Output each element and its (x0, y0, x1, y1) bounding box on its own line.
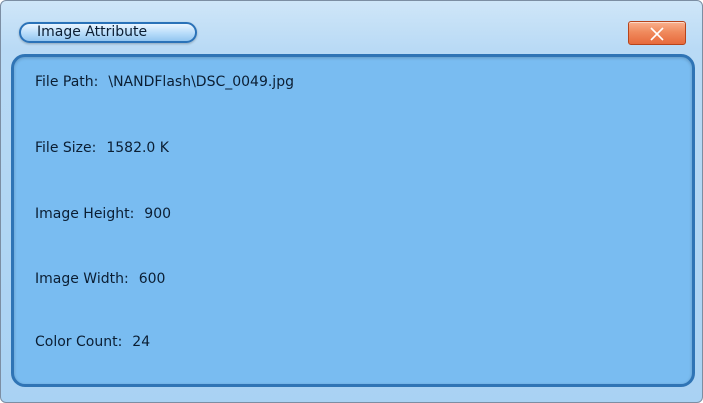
color-count-label: Color Count: (35, 334, 123, 350)
file-path-label: File Path: (35, 74, 99, 90)
image-attribute-dialog: Image Attribute File Path: \NANDFlash\DSC… (0, 0, 703, 403)
dialog-title-tab: Image Attribute (19, 22, 197, 43)
file-size-row: File Size: 1582.0 K (35, 140, 169, 156)
image-width-value: 600 (138, 271, 166, 287)
close-button[interactable] (628, 21, 686, 45)
image-height-value: 900 (144, 206, 172, 222)
image-height-label: Image Height: (35, 206, 135, 222)
dialog-title: Image Attribute (37, 24, 148, 40)
image-width-label: Image Width: (35, 271, 129, 287)
color-count-value: 24 (132, 334, 151, 350)
file-path-value: \NANDFlash\DSC_0049.jpg (108, 74, 294, 90)
color-count-row: Color Count: 24 (35, 334, 150, 350)
file-size-value: 1582.0 K (106, 140, 169, 156)
image-width-row: Image Width: 600 (35, 271, 165, 287)
image-height-row: Image Height: 900 (35, 206, 171, 222)
file-size-label: File Size: (35, 140, 97, 156)
close-icon (650, 27, 664, 41)
file-path-row: File Path: \NANDFlash\DSC_0049.jpg (35, 74, 294, 90)
